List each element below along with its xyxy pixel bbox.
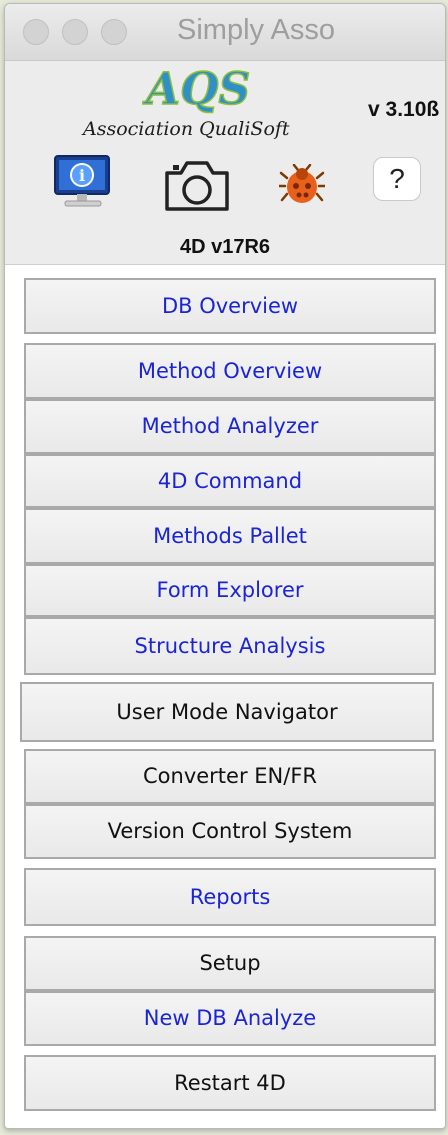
restart-4d-button[interactable]: Restart 4D [24,1055,436,1111]
close-window-button[interactable] [23,19,49,45]
converter-button[interactable]: Converter EN/FR [24,749,436,804]
info-monitor-icon[interactable]: i [51,154,115,210]
method-overview-button[interactable]: Method Overview [24,343,436,399]
aqs-logo: AQS [142,63,251,114]
methods-pallet-button[interactable]: Methods Pallet [24,508,436,564]
version-control-button[interactable]: Version Control System [24,804,436,859]
db-overview-button[interactable]: DB Overview [24,278,436,334]
logo-subtitle: Association QualiSoft [83,118,290,140]
db-version-label: 4D v17R6 [179,236,271,258]
method-analyzer-button[interactable]: Method Analyzer [24,399,436,454]
zoom-window-button[interactable] [101,19,127,45]
minimize-window-button[interactable] [62,19,88,45]
svg-text:i: i [79,166,85,185]
logo-text: AQS [142,64,250,114]
new-db-analyze-button[interactable]: New DB Analyze [24,991,436,1046]
app-window: Simply Asso AQS Association QualiSoft v … [4,3,446,1129]
reports-button[interactable]: Reports [24,868,436,926]
window-title: Simply Asso [177,14,335,46]
form-explorer-button[interactable]: Form Explorer [24,564,436,617]
help-icon: ? [389,163,405,194]
camera-icon[interactable] [161,157,233,213]
structure-analysis-button[interactable]: Structure Analysis [24,617,436,675]
header-panel: AQS Association QualiSoft v 3.10ß i ? 4D… [5,61,445,265]
setup-button[interactable]: Setup [24,936,436,991]
help-button[interactable]: ? [373,157,421,201]
title-bar: Simply Asso [5,4,445,61]
app-version: v 3.10ß [368,98,440,121]
4d-command-button[interactable]: 4D Command [24,454,436,508]
user-mode-navigator-button[interactable]: User Mode Navigator [20,682,434,742]
bug-icon[interactable] [279,164,325,206]
